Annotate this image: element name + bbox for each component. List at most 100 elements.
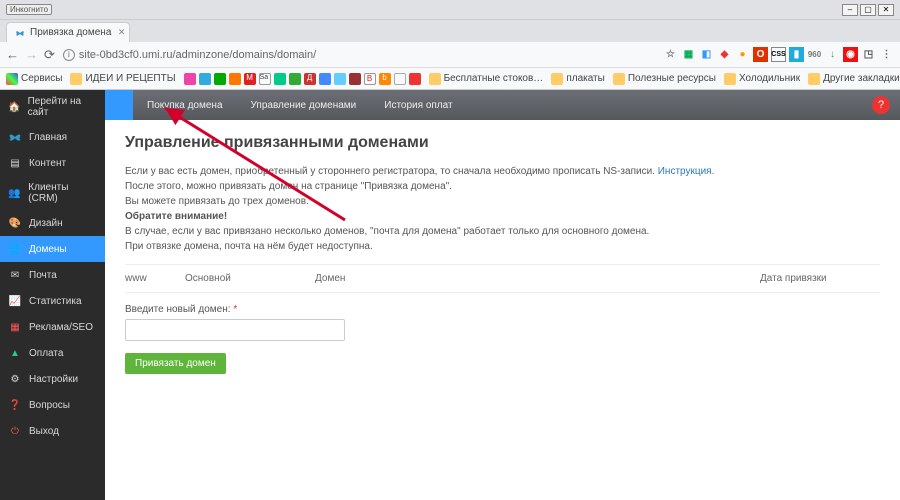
ext-icon[interactable]: O [753,47,768,62]
tab-buy-domain[interactable]: Покупка домена [133,90,237,120]
bookmark-folder[interactable]: плакаты [551,73,605,85]
bind-domain-button[interactable]: Привязать домен [125,353,226,374]
ext-icon[interactable]: ▮ [789,47,804,62]
minimize-button[interactable]: – [842,4,858,16]
bookmark-label: Сервисы [21,73,62,84]
bookmark-folder[interactable]: Полезные ресурсы [613,73,716,85]
sidebar-item-faq[interactable]: ❓ Вопросы [0,392,105,418]
new-domain-label: Введите новый домен: * [125,304,237,315]
sidebar: 🏠Перейти на сайт Главная ▤Контент 👥 Клиен… [0,90,105,500]
ext-icon[interactable]: ↓ [825,47,840,62]
bookmark-label: Бесплатные стоков… [444,73,544,84]
new-domain-input[interactable] [125,319,345,341]
bookmark-folder[interactable]: ИДЕИ И РЕЦЕПТЫ [70,73,175,85]
sidebar-item-seo[interactable]: ▦Реклама/SEO [0,314,105,340]
palette-icon: 🎨 [8,216,22,230]
ext-icon[interactable]: CSS [771,47,786,62]
new-domain-form: Введите новый домен: * [125,303,880,341]
intro-text: Если у вас есть домен, приобретенный у с… [125,164,880,254]
intro-line: Если у вас есть домен, приобретенный у с… [125,166,658,177]
back-button[interactable]: ← [6,47,19,63]
ext-icon[interactable]: ◧ [699,47,714,62]
main-area: Покупка домена Управление доменами Истор… [105,90,900,500]
bookmark-folder[interactable]: Холодильник [724,73,800,85]
sidebar-item-payment[interactable]: ▲Оплата [0,340,105,366]
ext-icon[interactable]: ◳ [861,47,876,62]
gear-icon: ⚙ [8,372,22,386]
folder-icon [70,73,82,85]
star-icon[interactable]: ☆ [663,47,678,62]
sidebar-item-label: Выход [29,426,59,437]
forward-button[interactable]: → [25,47,38,63]
browser-tab-title: Привязка домена [30,27,111,38]
ext-icon[interactable]: ◉ [843,47,858,62]
question-icon: ❓ [8,398,22,412]
sidebar-item-crm[interactable]: 👥 Клиенты (CRM) [0,176,105,210]
sidebar-item-label: Главная [29,132,67,143]
bookmark-label: Холодильник [739,73,800,84]
col-domain: Домен [315,273,760,284]
butterfly-icon [8,130,22,144]
sidebar-item-design[interactable]: 🎨 Дизайн [0,210,105,236]
sidebar-item-label: Дизайн [29,218,63,229]
bookmark-label: плакаты [566,73,605,84]
sidebar-item-stats[interactable]: 📈 Статистика [0,288,105,314]
sidebar-item-settings[interactable]: ⚙ Настройки [0,366,105,392]
ext-icon[interactable]: ● [735,47,750,62]
folder-icon [551,73,563,85]
instructions-link[interactable]: Инструкция. [658,166,715,177]
ext-icon[interactable]: ▦ [681,47,696,62]
browser-tabstrip: Привязка домена ✕ [0,20,900,42]
sidebar-item-logout[interactable]: ⏻Выход [0,418,105,444]
bookmark-folder[interactable]: Бесплатные стоков… [429,73,544,85]
sidebar-item-label: Домены [29,244,67,255]
sidebar-item-mail[interactable]: ✉Почта [0,262,105,288]
users-icon: 👥 [8,186,21,200]
section-tabs: Покупка домена Управление доменами Истор… [105,90,900,120]
tab-bind-domain[interactable] [105,90,133,120]
sidebar-item-label: Вопросы [29,400,70,411]
ext-icon[interactable]: ◆ [717,47,732,62]
address-bar: ← → ⟳ i site-0bd3cf0.umi.ru/adminzone/do… [0,42,900,68]
reload-button[interactable]: ⟳ [44,47,55,63]
sidebar-item-label: Клиенты (CRM) [28,182,97,204]
close-tab-icon[interactable]: ✕ [118,27,126,38]
sidebar-item-domains[interactable]: 🌐 Домены [0,236,105,262]
seo-icon: ▦ [8,320,22,334]
folder-icon [724,73,736,85]
apps-button[interactable]: Сервисы [6,73,62,85]
ext-icon[interactable]: 960 [807,47,822,62]
bookmarks-bar: Сервисы ИДЕИ И РЕЦЕПТЫ MSaДВb Бесплатные… [0,68,900,90]
maximize-button[interactable]: ▢ [860,4,876,16]
globe-icon: 🌐 [8,242,22,256]
close-window-button[interactable]: ✕ [878,4,894,16]
bookmark-label: Полезные ресурсы [628,73,716,84]
bookmark-folder[interactable]: Другие закладки [808,73,900,85]
required-mark: * [233,304,237,315]
sidebar-item-gotosite[interactable]: 🏠Перейти на сайт [0,90,105,124]
intro-line: После этого, можно привязать домен на ст… [125,181,452,192]
field-label-text: Введите новый домен: [125,304,231,315]
menu-icon[interactable]: ⋮ [879,47,894,62]
sidebar-item-label: Статистика [29,296,82,307]
sidebar-item-label: Контент [29,158,66,169]
window-controls: – ▢ ✕ [842,4,894,16]
tab-manage-domains[interactable]: Управление доменами [237,90,371,120]
folder-icon [613,73,625,85]
folder-icon [429,73,441,85]
intro-line: Вы можете привязать до трех доменов. [125,196,309,207]
sidebar-item-home[interactable]: Главная [0,124,105,150]
site-info-icon[interactable]: i [63,49,75,61]
browser-tab[interactable]: Привязка домена ✕ [6,22,130,42]
sidebar-item-content[interactable]: ▤Контент [0,150,105,176]
chart-icon: 📈 [8,294,22,308]
help-icon[interactable]: ? [872,96,890,114]
window-titlebar: Инкогнито – ▢ ✕ [0,0,900,20]
mail-icon: ✉ [8,268,22,282]
tab-payment-history[interactable]: История оплат [370,90,466,120]
sidebar-item-label: Настройки [29,374,78,385]
bookmark-label: ИДЕИ И РЕЦЕПТЫ [85,73,175,84]
extension-icons: ☆ ▦ ◧ ◆ ● O CSS ▮ 960 ↓ ◉ ◳ ⋮ [663,47,894,62]
bookmark-icon-row[interactable]: MSaДВb [184,73,421,85]
url-display[interactable]: i site-0bd3cf0.umi.ru/adminzone/domains/… [63,49,316,61]
